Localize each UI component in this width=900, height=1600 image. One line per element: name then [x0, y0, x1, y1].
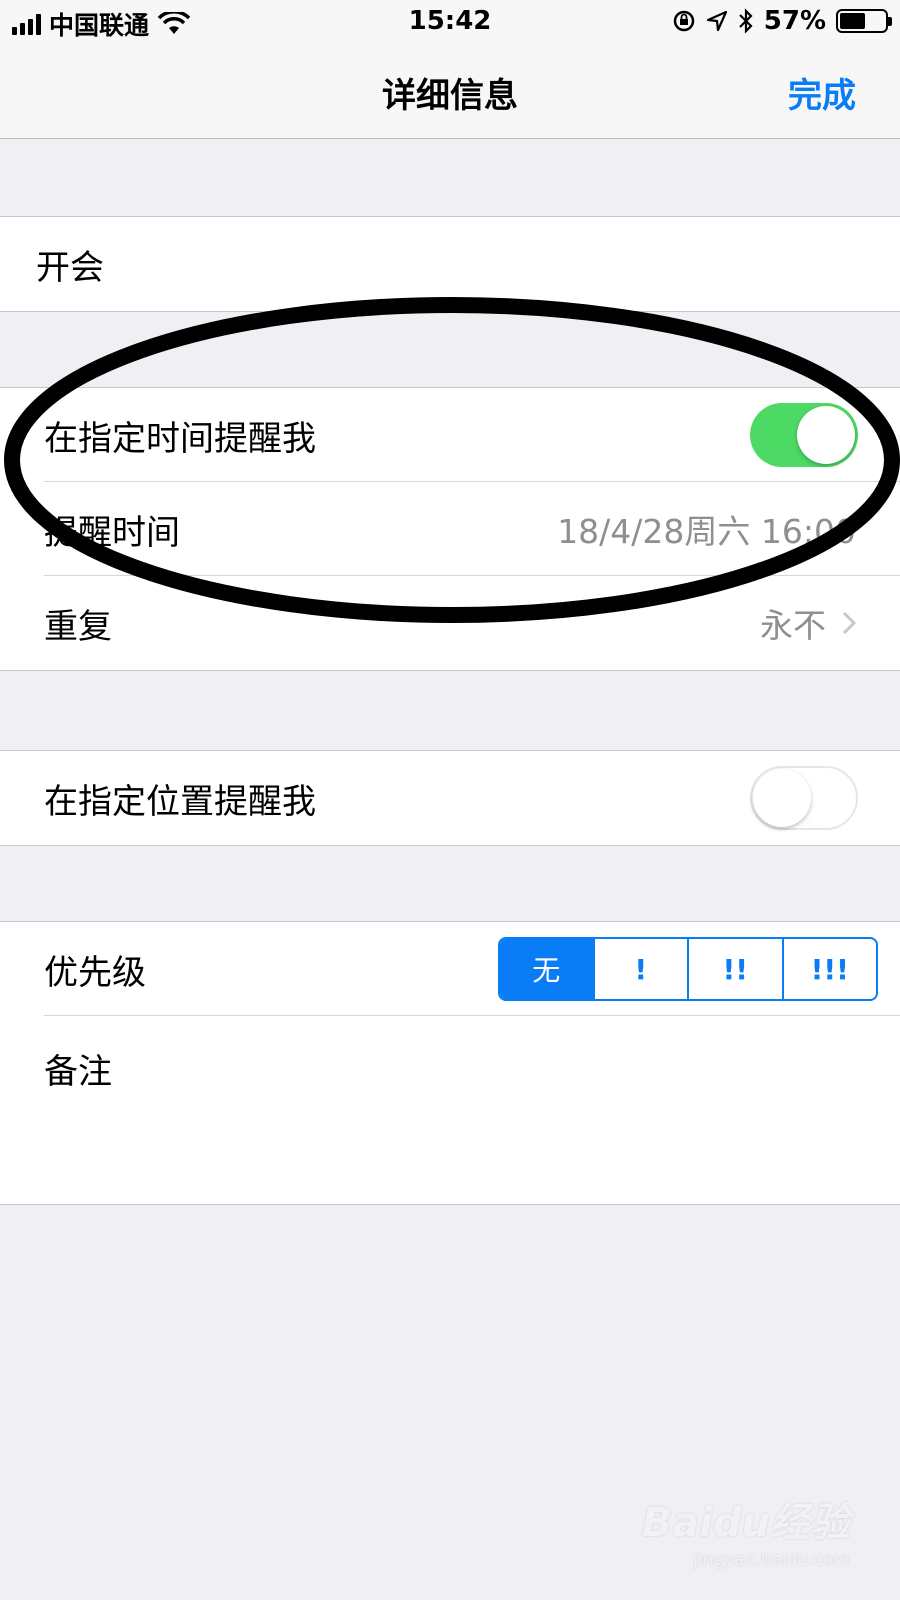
chevron-right-icon	[842, 611, 856, 635]
alarm-value: 18/4/28周六 16:00	[557, 512, 856, 551]
page-title: 详细信息	[382, 76, 518, 116]
priority-row: 优先级 无 ! !! !!!	[0, 922, 900, 1016]
notes-field[interactable]: 备注	[0, 1016, 900, 1204]
repeat-label: 重复	[44, 606, 112, 647]
reminder-title-row[interactable]: 开会	[0, 217, 900, 311]
remind-at-location-toggle[interactable]	[750, 766, 858, 830]
battery-percent: 57%	[763, 6, 826, 36]
remind-at-location-label: 在指定位置提醒我	[44, 781, 316, 822]
remind-at-location-row: 在指定位置提醒我	[0, 751, 900, 845]
alarm-label: 提醒时间	[44, 512, 180, 553]
toggle-knob	[753, 769, 811, 827]
priority-option-medium[interactable]: !!	[689, 939, 784, 999]
rotation-lock-icon	[673, 10, 695, 32]
bluetooth-icon	[738, 8, 753, 34]
details-group: 优先级 无 ! !! !!! 备注	[0, 921, 900, 1205]
priority-segmented-control: 无 ! !! !!!	[498, 937, 878, 1001]
battery-icon	[836, 9, 892, 33]
priority-option-high[interactable]: !!!	[784, 939, 877, 999]
priority-option-none[interactable]: 无	[500, 939, 595, 999]
status-right: 57%	[672, 6, 892, 36]
status-bar: 中国联通 15:42 57%	[0, 0, 900, 44]
done-button[interactable]: 完成	[788, 68, 856, 117]
time-reminder-group: 在指定时间提醒我 提醒时间 18/4/28周六 16:00 重复 永不	[0, 387, 900, 671]
battery-fill	[840, 13, 866, 29]
repeat-row[interactable]: 重复 永不	[0, 576, 900, 670]
watermark-logo: Baidu经验	[641, 1500, 850, 1546]
repeat-value: 永不	[760, 606, 826, 645]
navigation-bar: 详细信息 完成	[0, 44, 900, 139]
repeat-value-wrap: 永不	[760, 599, 856, 647]
toggle-knob	[797, 406, 855, 464]
location-reminder-group: 在指定位置提醒我	[0, 750, 900, 846]
alarm-row[interactable]: 提醒时间 18/4/28周六 16:00	[0, 482, 900, 576]
reminder-title[interactable]: 开会	[36, 240, 104, 289]
notes-label: 备注	[44, 1052, 112, 1092]
remind-at-time-label: 在指定时间提醒我	[44, 418, 316, 459]
priority-option-low[interactable]: !	[595, 939, 689, 999]
watermark: Baidu经验 jingyan.baidu.com	[642, 1490, 850, 1570]
priority-label: 优先级	[44, 952, 146, 993]
remind-at-time-row: 在指定时间提醒我	[0, 388, 900, 482]
title-group: 开会	[0, 216, 900, 312]
remind-at-time-toggle[interactable]	[750, 403, 858, 467]
watermark-url: jingyan.baidu.com	[693, 1550, 850, 1570]
location-icon	[706, 10, 727, 32]
